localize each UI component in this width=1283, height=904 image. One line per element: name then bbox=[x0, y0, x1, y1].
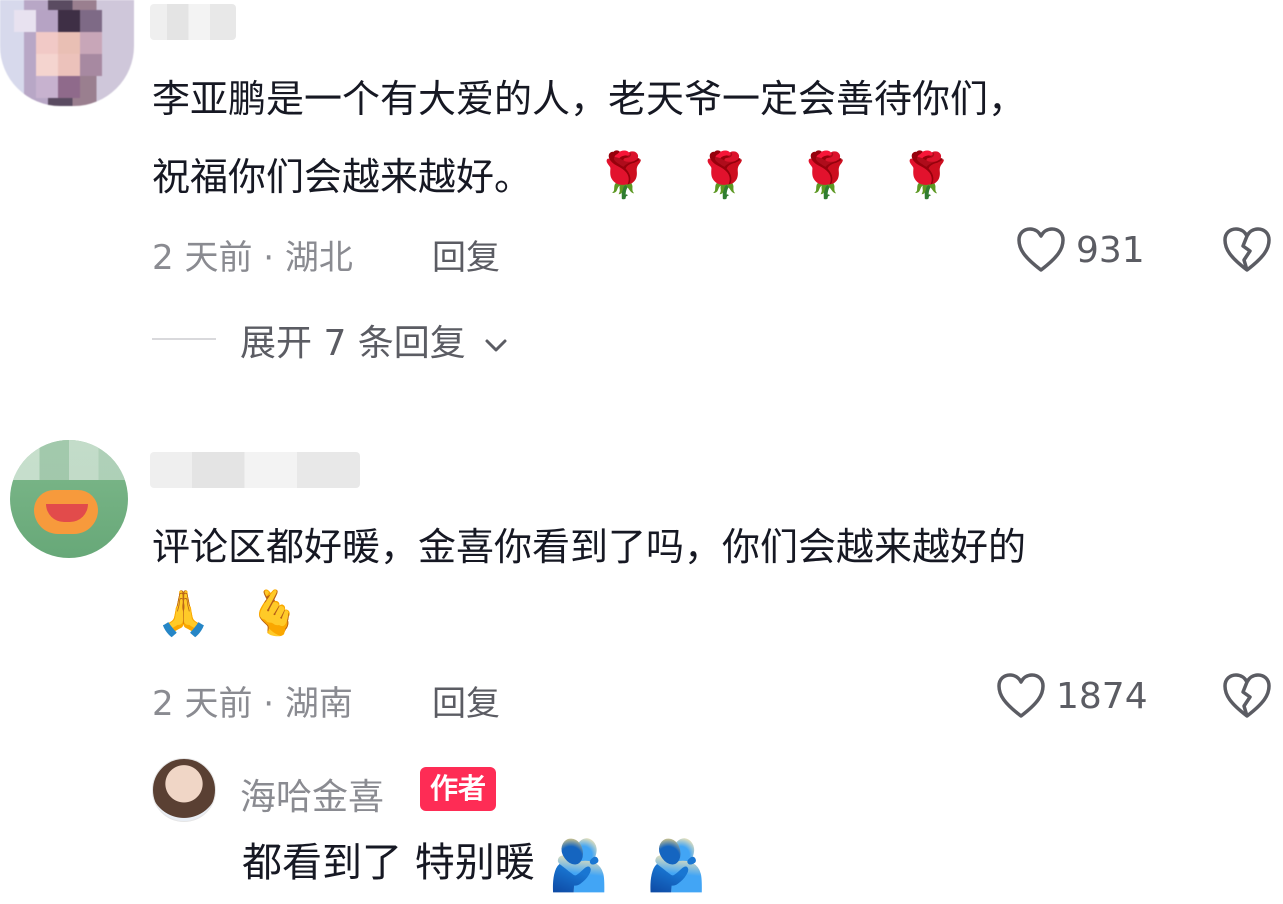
hug-emoji: 🫂 bbox=[547, 836, 610, 894]
rose-emoji: 🌹 bbox=[798, 150, 853, 201]
comment-text-line2: 祝福你们会越来越好。 🌹 🌹 🌹 🌹 bbox=[152, 142, 954, 212]
author-reply-text: 都看到了 特别暖 🫂 🫂 bbox=[242, 835, 707, 891]
chevron-down-icon bbox=[485, 339, 507, 352]
author-reply-text-content: 都看到了 特别暖 bbox=[242, 840, 535, 886]
dislike-button[interactable] bbox=[1222, 672, 1272, 724]
broken-heart-icon bbox=[1223, 673, 1271, 718]
comment-text-line1: 李亚鹏是一个有大爱的人，老天爷一定会善待你们， bbox=[152, 77, 1027, 121]
heart-outline-icon bbox=[1017, 227, 1065, 272]
author-badge: 作者 bbox=[420, 767, 497, 811]
dislike-button[interactable] bbox=[1222, 226, 1272, 278]
expand-replies-button[interactable]: 展开 7 条回复 bbox=[240, 314, 509, 366]
author-avatar[interactable] bbox=[152, 758, 216, 822]
like-count: 1874 bbox=[1056, 676, 1148, 717]
expand-divider bbox=[152, 338, 216, 340]
avatar-pixelation bbox=[10, 440, 128, 480]
username[interactable] bbox=[150, 452, 360, 488]
comment-text-line1: 评论区都好暖，金喜你看到了吗，你们会越来越好的 bbox=[152, 525, 1027, 569]
praying-hands-emoji: 🙏 bbox=[156, 588, 211, 639]
avatar[interactable] bbox=[10, 440, 128, 558]
reply-button[interactable]: 回复 bbox=[432, 230, 500, 279]
like-button[interactable] bbox=[1016, 226, 1066, 278]
comment-text-line2-text: 祝福你们会越来越好。 bbox=[152, 155, 533, 199]
comment-meta: 2 天前 · 湖北 bbox=[152, 238, 353, 278]
rose-emoji: 🌹 bbox=[596, 150, 651, 201]
avatar[interactable] bbox=[0, 0, 134, 106]
username[interactable] bbox=[150, 4, 236, 40]
finger-heart-emoji: 🫰 bbox=[246, 588, 302, 639]
comment-meta: 2 天前 · 湖南 bbox=[152, 684, 353, 724]
expand-replies-label: 展开 7 条回复 bbox=[240, 323, 466, 364]
like-button[interactable] bbox=[996, 672, 1046, 724]
reply-button[interactable]: 回复 bbox=[432, 676, 500, 725]
rose-emoji: 🌹 bbox=[899, 150, 954, 201]
author-name[interactable]: 海哈金喜 bbox=[240, 768, 384, 820]
hug-emoji: 🫂 bbox=[645, 836, 708, 894]
comment-emojis: 🙏 🫰 bbox=[156, 592, 302, 636]
rose-emoji: 🌹 bbox=[697, 150, 752, 201]
heart-outline-icon bbox=[997, 673, 1045, 718]
broken-heart-icon bbox=[1223, 227, 1271, 272]
like-count: 931 bbox=[1076, 230, 1145, 271]
